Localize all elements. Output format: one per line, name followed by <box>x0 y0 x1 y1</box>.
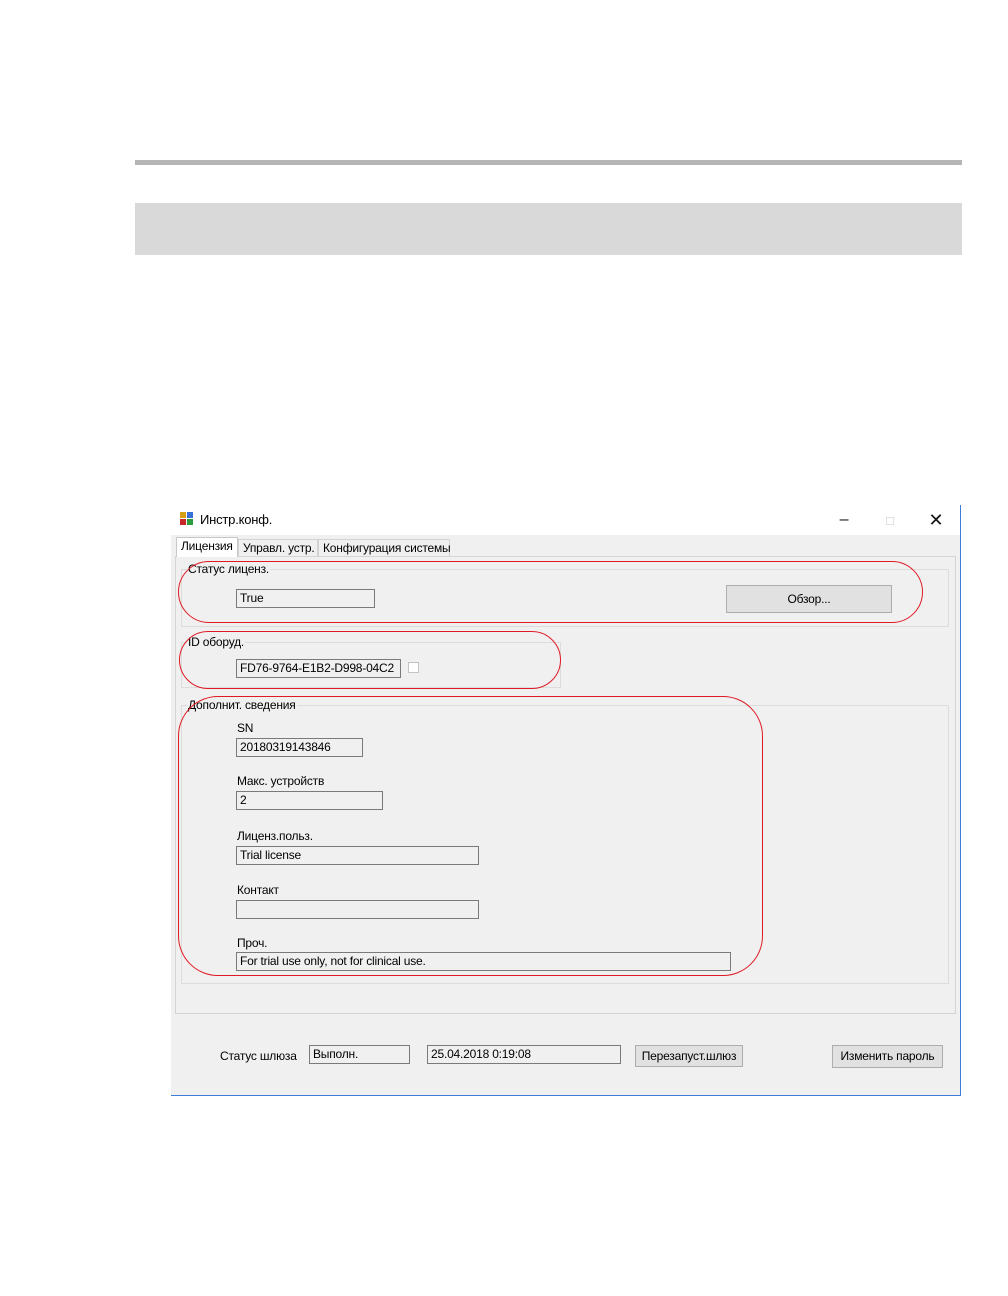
page-header-band <box>135 203 962 255</box>
licensed-user-label: Лиценз.польз. <box>237 829 313 843</box>
gateway-status-field[interactable]: Выполн. <box>309 1045 410 1064</box>
max-devices-field[interactable]: 2 <box>236 791 383 810</box>
other-label: Проч. <box>237 936 268 950</box>
license-status-group: Статус лиценз. True Обзор... <box>181 562 949 627</box>
contact-label: Контакт <box>237 883 279 897</box>
max-devices-label: Макс. устройств <box>237 774 325 788</box>
licensed-user-field[interactable]: Trial license <box>236 846 479 865</box>
hardware-id-checkbox[interactable] <box>408 662 419 673</box>
contact-field[interactable] <box>236 900 479 919</box>
additional-info-group: Дополнит. сведения SN 20180319143846 Мак… <box>181 698 949 984</box>
maximize-button[interactable]: □ <box>867 505 913 535</box>
sn-label: SN <box>237 721 254 735</box>
hardware-id-field[interactable]: FD76-9764-E1B2-D998-04C2 <box>236 659 401 678</box>
license-status-group-title: Статус лиценз. <box>187 562 271 576</box>
browse-button[interactable]: Обзор... <box>726 585 892 613</box>
tab-device-management[interactable]: Управл. устр. <box>238 539 318 556</box>
tab-system-configuration[interactable]: Конфигурация системы <box>318 539 451 556</box>
license-status-field[interactable]: True <box>236 589 375 608</box>
additional-info-group-title: Дополнит. сведения <box>187 698 297 712</box>
page-header-rule <box>135 160 962 165</box>
window-title: Инстр.конф. <box>200 512 273 527</box>
other-field[interactable]: For trial use only, not for clinical use… <box>236 952 731 971</box>
gateway-status-label: Статус шлюза <box>220 1049 297 1063</box>
sn-field[interactable]: 20180319143846 <box>236 738 363 757</box>
gateway-timestamp-field[interactable]: 25.04.2018 0:19:08 <box>427 1045 621 1064</box>
change-password-button[interactable]: Изменить пароль <box>832 1045 943 1068</box>
title-bar: Инстр.конф. – □ ✕ <box>171 505 960 535</box>
config-tool-window: Инстр.конф. – □ ✕ Лицензия Управл. устр.… <box>171 505 961 1096</box>
hardware-id-group: ID оборуд. FD76-9764-E1B2-D998-04C2 <box>181 635 561 688</box>
close-button[interactable]: ✕ <box>913 505 959 535</box>
minimize-button[interactable]: – <box>821 505 867 535</box>
tab-license[interactable]: Лицензия <box>176 537 238 557</box>
restart-gateway-button[interactable]: Перезапуст.шлюз <box>635 1045 743 1067</box>
app-icon <box>180 512 193 525</box>
hardware-id-group-title: ID оборуд. <box>187 635 246 649</box>
license-tab-panel: Статус лиценз. True Обзор... ID оборуд. … <box>175 556 956 1014</box>
